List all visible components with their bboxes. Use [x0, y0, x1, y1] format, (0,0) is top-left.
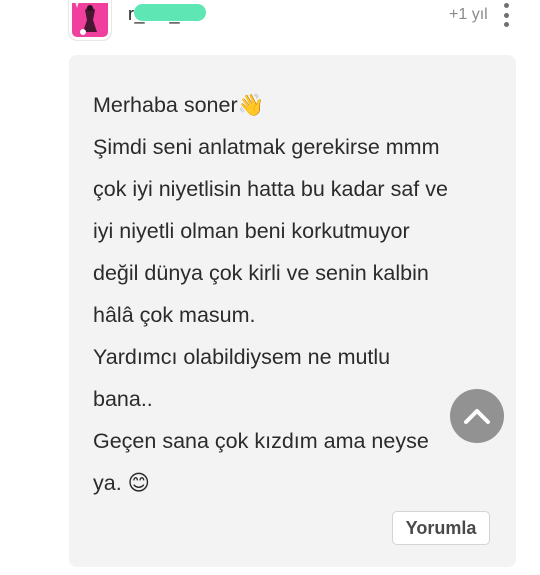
more-options-icon[interactable]	[500, 3, 512, 27]
username-redaction	[134, 4, 206, 21]
scroll-to-top-button[interactable]	[450, 389, 504, 443]
username[interactable]: r_kie_	[128, 4, 206, 28]
comment-time: +1 yıl	[449, 6, 488, 23]
avatar[interactable]	[69, 0, 111, 40]
chevron-up-icon	[464, 409, 490, 424]
reply-button[interactable]: Yorumla	[392, 511, 490, 545]
comment-body: Merhaba soner👋 Şimdi seni anlatmak gerek…	[93, 93, 448, 495]
avatar-figure-icon	[75, 2, 97, 35]
